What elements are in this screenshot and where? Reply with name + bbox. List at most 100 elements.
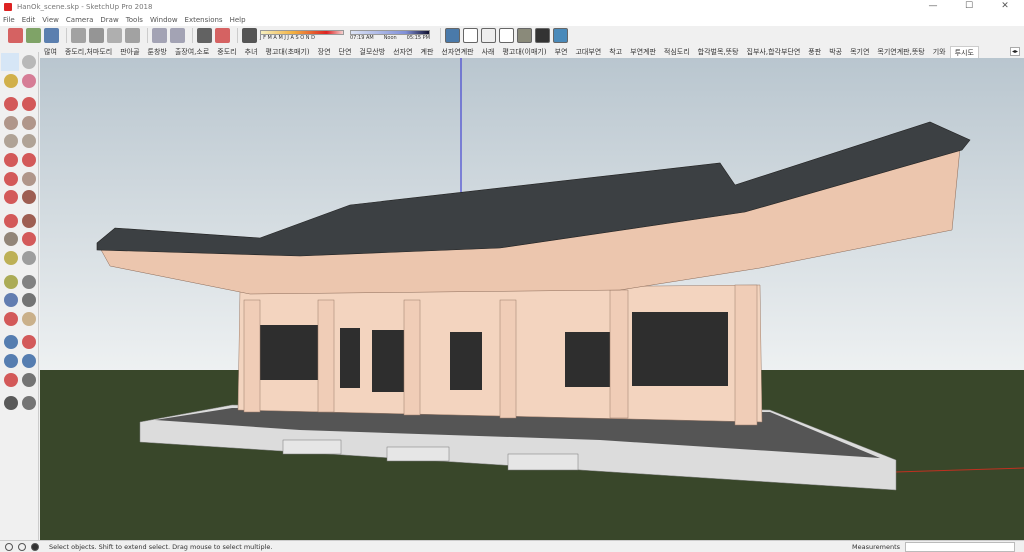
two-point-arc-icon[interactable]	[4, 171, 18, 186]
back-edges-icon[interactable]	[463, 28, 478, 43]
move-icon[interactable]	[4, 190, 18, 205]
select-icon[interactable]	[1, 53, 19, 71]
scene-tab[interactable]: 투시도	[949, 45, 979, 58]
scene-tab[interactable]: 부연계판	[626, 46, 660, 58]
scene-tab[interactable]: 선자연계판	[437, 46, 477, 58]
menu-draw[interactable]: Draw	[100, 16, 118, 24]
position-camera-icon[interactable]	[4, 372, 18, 387]
walk-icon[interactable]	[4, 396, 18, 411]
model-info-icon[interactable]	[215, 28, 230, 43]
rotate-icon[interactable]	[4, 213, 18, 228]
scene-tab[interactable]: 사래	[478, 46, 499, 58]
scene-tab[interactable]: 집부사,합각부단연	[743, 46, 805, 58]
scene-tab[interactable]: 목기연	[846, 46, 873, 58]
xray-icon[interactable]	[445, 28, 460, 43]
shadow-time-slider[interactable]: 07:19 AM Noon 05:15 PM	[350, 30, 430, 41]
wireframe-icon[interactable]	[481, 28, 496, 43]
print-icon[interactable]	[197, 28, 212, 43]
scene-tab[interactable]: 목기연계판,뜻탕	[873, 46, 928, 58]
hidden-line-icon[interactable]	[499, 28, 514, 43]
cut-icon[interactable]	[71, 28, 86, 43]
menu-file[interactable]: File	[3, 16, 15, 24]
scene-tab[interactable]: 걸모산방	[355, 46, 389, 58]
scale-icon[interactable]	[4, 232, 18, 247]
scene-tab[interactable]: 박공	[825, 46, 846, 58]
polygon-icon[interactable]	[22, 134, 36, 149]
pencil-icon[interactable]	[4, 97, 18, 112]
pan-icon[interactable]	[22, 311, 36, 326]
shadows-icon[interactable]	[242, 28, 257, 43]
3d-viewport[interactable]	[40, 58, 1024, 540]
menu-window[interactable]: Window	[150, 16, 178, 24]
scene-tab[interactable]: 출장여,소로	[171, 46, 213, 58]
dimension-icon[interactable]	[22, 251, 36, 265]
paste-icon[interactable]	[107, 28, 122, 43]
scene-tab[interactable]: 많여	[40, 46, 61, 58]
user-icon[interactable]	[31, 542, 39, 551]
protractor-icon[interactable]	[4, 274, 18, 289]
scene-tab[interactable]: 추녀	[241, 46, 262, 58]
paint-bucket-icon[interactable]	[4, 73, 18, 88]
follow-me-icon[interactable]	[22, 213, 36, 228]
maximize-button[interactable]: ☐	[954, 0, 984, 14]
credits-icon[interactable]	[18, 542, 26, 551]
geo-location-icon[interactable]	[5, 542, 13, 551]
scene-tab[interactable]: 계판	[417, 46, 438, 58]
menu-camera[interactable]: Camera	[66, 16, 93, 24]
orbit-icon[interactable]	[4, 311, 18, 326]
scene-tab[interactable]: 장연	[314, 46, 335, 58]
eraser-icon[interactable]	[22, 73, 36, 88]
close-button[interactable]: ✕	[990, 0, 1020, 14]
shaded-textures-icon[interactable]	[535, 28, 550, 43]
scene-tab[interactable]: 착고	[605, 46, 626, 58]
redo-icon[interactable]	[170, 28, 185, 43]
scene-tab[interactable]: 툰창방	[144, 46, 171, 58]
axes-icon[interactable]	[4, 293, 18, 308]
monochrome-icon[interactable]	[553, 28, 568, 43]
three-point-arc-icon[interactable]	[22, 171, 36, 186]
zoom-window-icon[interactable]	[22, 335, 36, 350]
freehand-icon[interactable]	[22, 97, 36, 112]
look-around-icon[interactable]	[22, 372, 36, 387]
3d-text-icon[interactable]	[22, 293, 36, 308]
menu-view[interactable]: View	[42, 16, 59, 24]
scene-tab[interactable]: 고대부연	[571, 46, 605, 58]
erase-icon[interactable]	[125, 28, 140, 43]
scene-tab[interactable]: 중도리	[213, 46, 240, 58]
model-scene[interactable]	[40, 58, 1024, 540]
component-icon[interactable]	[22, 55, 36, 69]
scene-tabs-scroll[interactable]: ◂▸	[1009, 47, 1020, 56]
menu-edit[interactable]: Edit	[22, 16, 36, 24]
push-pull-icon[interactable]	[22, 190, 36, 205]
scene-tab[interactable]: 종도리,처마도리	[61, 46, 116, 58]
menu-extensions[interactable]: Extensions	[185, 16, 223, 24]
save-icon[interactable]	[44, 28, 59, 43]
scene-tab[interactable]: 평고대(이매기)	[498, 46, 550, 58]
undo-icon[interactable]	[152, 28, 167, 43]
scene-tab[interactable]: 합각벌목,뜻탕	[694, 46, 743, 58]
new-icon[interactable]	[8, 28, 23, 43]
scene-tab[interactable]: 평고대(초매기)	[262, 46, 314, 58]
rotated-rectangle-icon[interactable]	[22, 115, 36, 130]
scene-tab[interactable]: 판아골	[116, 46, 143, 58]
measurements-input[interactable]	[905, 542, 1015, 552]
zoom-extents-icon[interactable]	[4, 354, 18, 368]
text-icon[interactable]	[22, 274, 36, 289]
copy-icon[interactable]	[89, 28, 104, 43]
scene-tab[interactable]: 단연	[335, 46, 356, 58]
zoom-icon[interactable]	[4, 335, 18, 350]
arc-icon[interactable]	[4, 153, 18, 167]
menu-tools[interactable]: Tools	[126, 16, 143, 24]
minimize-button[interactable]: —	[918, 0, 948, 14]
menu-help[interactable]: Help	[230, 16, 246, 24]
rectangle-icon[interactable]	[4, 115, 18, 130]
scene-tab[interactable]: 풍판	[804, 46, 825, 58]
tape-measure-icon[interactable]	[4, 251, 18, 265]
previous-view-icon[interactable]	[22, 354, 36, 368]
scene-tab[interactable]: 기와	[929, 46, 950, 58]
pie-icon[interactable]	[22, 153, 36, 167]
section-plane-icon[interactable]	[22, 396, 36, 411]
circle-icon[interactable]	[4, 134, 18, 149]
offset-icon[interactable]	[22, 232, 36, 247]
scene-tab[interactable]: 부연	[551, 46, 572, 58]
